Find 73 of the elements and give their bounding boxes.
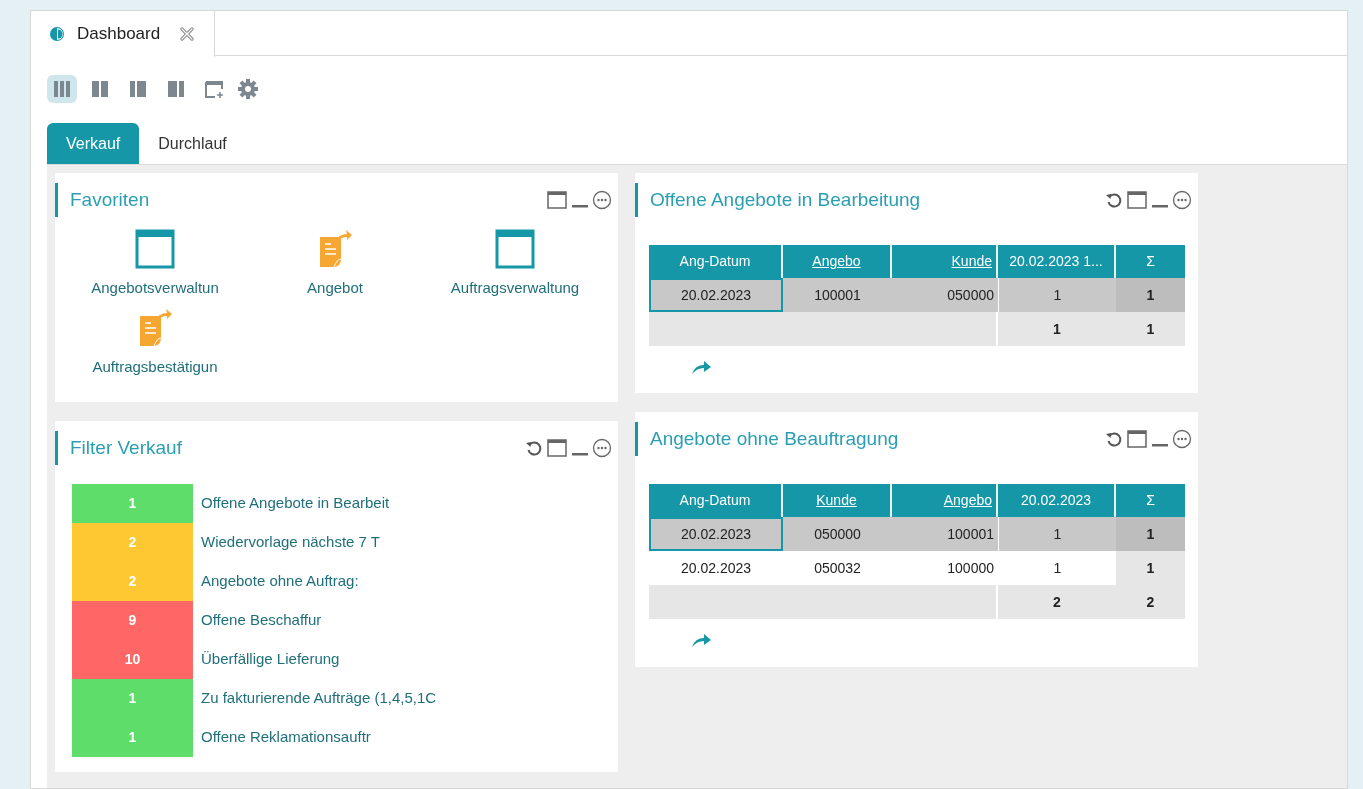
more-options-icon[interactable]: [1172, 429, 1192, 449]
table-cell: 1: [1116, 278, 1185, 312]
table-row[interactable]: 20.02.2023 100001 050000 1 1: [649, 278, 1185, 312]
count-badge: 10: [72, 640, 193, 679]
count-badge: 2: [72, 562, 193, 601]
pie-chart-icon: [49, 26, 65, 42]
settings-icon[interactable]: [237, 78, 259, 100]
refresh-icon[interactable]: [1105, 191, 1123, 209]
document-arrow-icon: [317, 229, 353, 269]
column-layout-button[interactable]: [47, 75, 77, 103]
columns-icon: [127, 78, 149, 100]
table-cell-text: 100001: [813, 285, 862, 305]
filter-link[interactable]: Wiedervorlage nächste 7 T: [201, 531, 380, 554]
count-badge: 2: [72, 523, 193, 562]
editor-tab[interactable]: Dashboard: [31, 11, 216, 57]
panel-title: Filter Verkauf: [55, 431, 182, 465]
table-cell-text: 050000: [946, 285, 995, 305]
table-row[interactable]: 20.02.2023 050000 100001 1 1: [649, 517, 1185, 551]
filter-link[interactable]: Überfällige Lieferung: [201, 648, 340, 671]
total-cell-text: 1: [1052, 319, 1062, 339]
table-cell-text: 100001: [946, 524, 995, 544]
tab-title: Dashboard: [77, 23, 161, 46]
close-icon[interactable]: [180, 27, 195, 41]
table-cell: 1: [1116, 551, 1185, 585]
favorite-shortcut[interactable]: Auftragsbestätigun: [92, 307, 218, 378]
window-icon: [135, 229, 175, 269]
filter-link[interactable]: Zu fakturierende Aufträge (1,4,5,1C: [201, 687, 437, 710]
add-window-icon[interactable]: [203, 78, 225, 100]
share-arrow-icon[interactable]: [690, 633, 712, 649]
table-cell-text: 20.02.2023: [679, 558, 753, 578]
window-icon: [495, 229, 535, 269]
count-badge: 1: [72, 484, 193, 523]
filter-link[interactable]: Offene Beschaffur: [201, 609, 322, 632]
favorite-shortcut[interactable]: Angebot: [307, 229, 363, 300]
column-header[interactable]: Ang-Datum: [649, 484, 783, 517]
panel-title: Favoriten: [55, 183, 150, 217]
maximize-icon[interactable]: [546, 438, 568, 458]
maximize-icon[interactable]: [1126, 429, 1148, 449]
maximize-icon[interactable]: [546, 190, 568, 210]
table-cell: 20.02.2023: [649, 278, 783, 312]
maximize-icon[interactable]: [1126, 190, 1148, 210]
more-options-icon[interactable]: [592, 190, 612, 210]
columns-icon: [165, 78, 187, 100]
panel-title: Angebote ohne Beauftragung: [635, 422, 899, 456]
count-badge: 1: [72, 718, 193, 757]
table-cell: 20.02.2023: [649, 517, 783, 551]
document-arrow-icon: [137, 307, 173, 348]
view-tab[interactable]: Verkauf: [47, 123, 140, 164]
count-badge: 9: [72, 601, 193, 640]
column-header[interactable]: Σ: [1116, 484, 1185, 517]
total-cell-text: 2: [1052, 592, 1062, 612]
favorite-shortcut[interactable]: Auftragsverwaltung: [450, 229, 580, 300]
filter-link[interactable]: Offene Reklamationsauftr: [201, 726, 371, 749]
column-header[interactable]: Σ: [1116, 245, 1185, 278]
filter-link[interactable]: Angebote ohne Auftrag:: [201, 570, 359, 593]
columns-icon: [51, 78, 73, 100]
refresh-icon[interactable]: [525, 439, 543, 457]
more-options-icon[interactable]: [592, 438, 612, 458]
table-cell-text: 050000: [813, 524, 862, 544]
refresh-icon[interactable]: [1105, 430, 1123, 448]
table-cell-text: 050032: [813, 558, 862, 578]
favorite-shortcut[interactable]: Angebotsverwaltun: [91, 229, 219, 300]
total-cell-text: 1: [1145, 319, 1156, 339]
count-badge: 1: [72, 679, 193, 718]
columns-icon: [89, 78, 111, 100]
panel-title: Offene Angebote in Bearbeitung: [635, 183, 921, 217]
total-cell-text: 2: [1145, 592, 1156, 612]
column-header[interactable]: Ang-Datum: [649, 245, 783, 278]
filter-link[interactable]: Offene Angebote in Bearbeit: [201, 492, 390, 515]
more-options-icon[interactable]: [1172, 190, 1192, 210]
share-arrow-icon[interactable]: [690, 360, 712, 376]
table-cell-text: 100000: [946, 558, 995, 578]
table-cell: 1: [1116, 517, 1185, 551]
